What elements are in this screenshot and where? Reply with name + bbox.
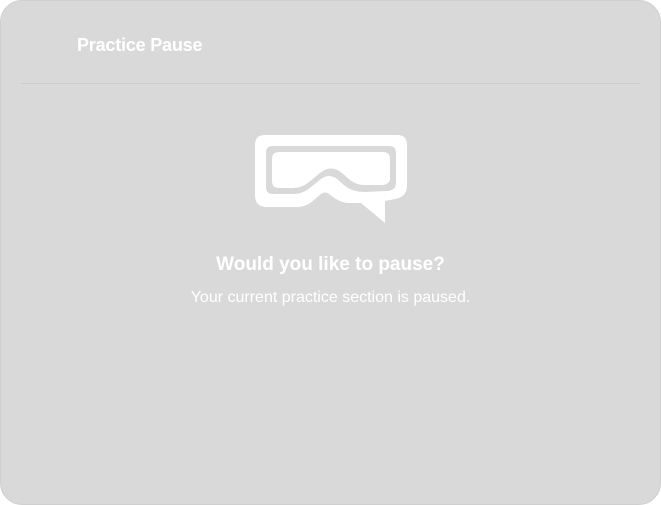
dialog-title: Practice Pause (77, 35, 203, 55)
vr-headset-chat-icon (255, 135, 407, 223)
practice-pause-dialog: Practice Pause Would you like to pause? … (0, 0, 661, 505)
pause-question: Would you like to pause? (216, 254, 445, 275)
pause-status-message: Your current practice section is paused. (190, 289, 471, 306)
header-divider (21, 83, 640, 84)
